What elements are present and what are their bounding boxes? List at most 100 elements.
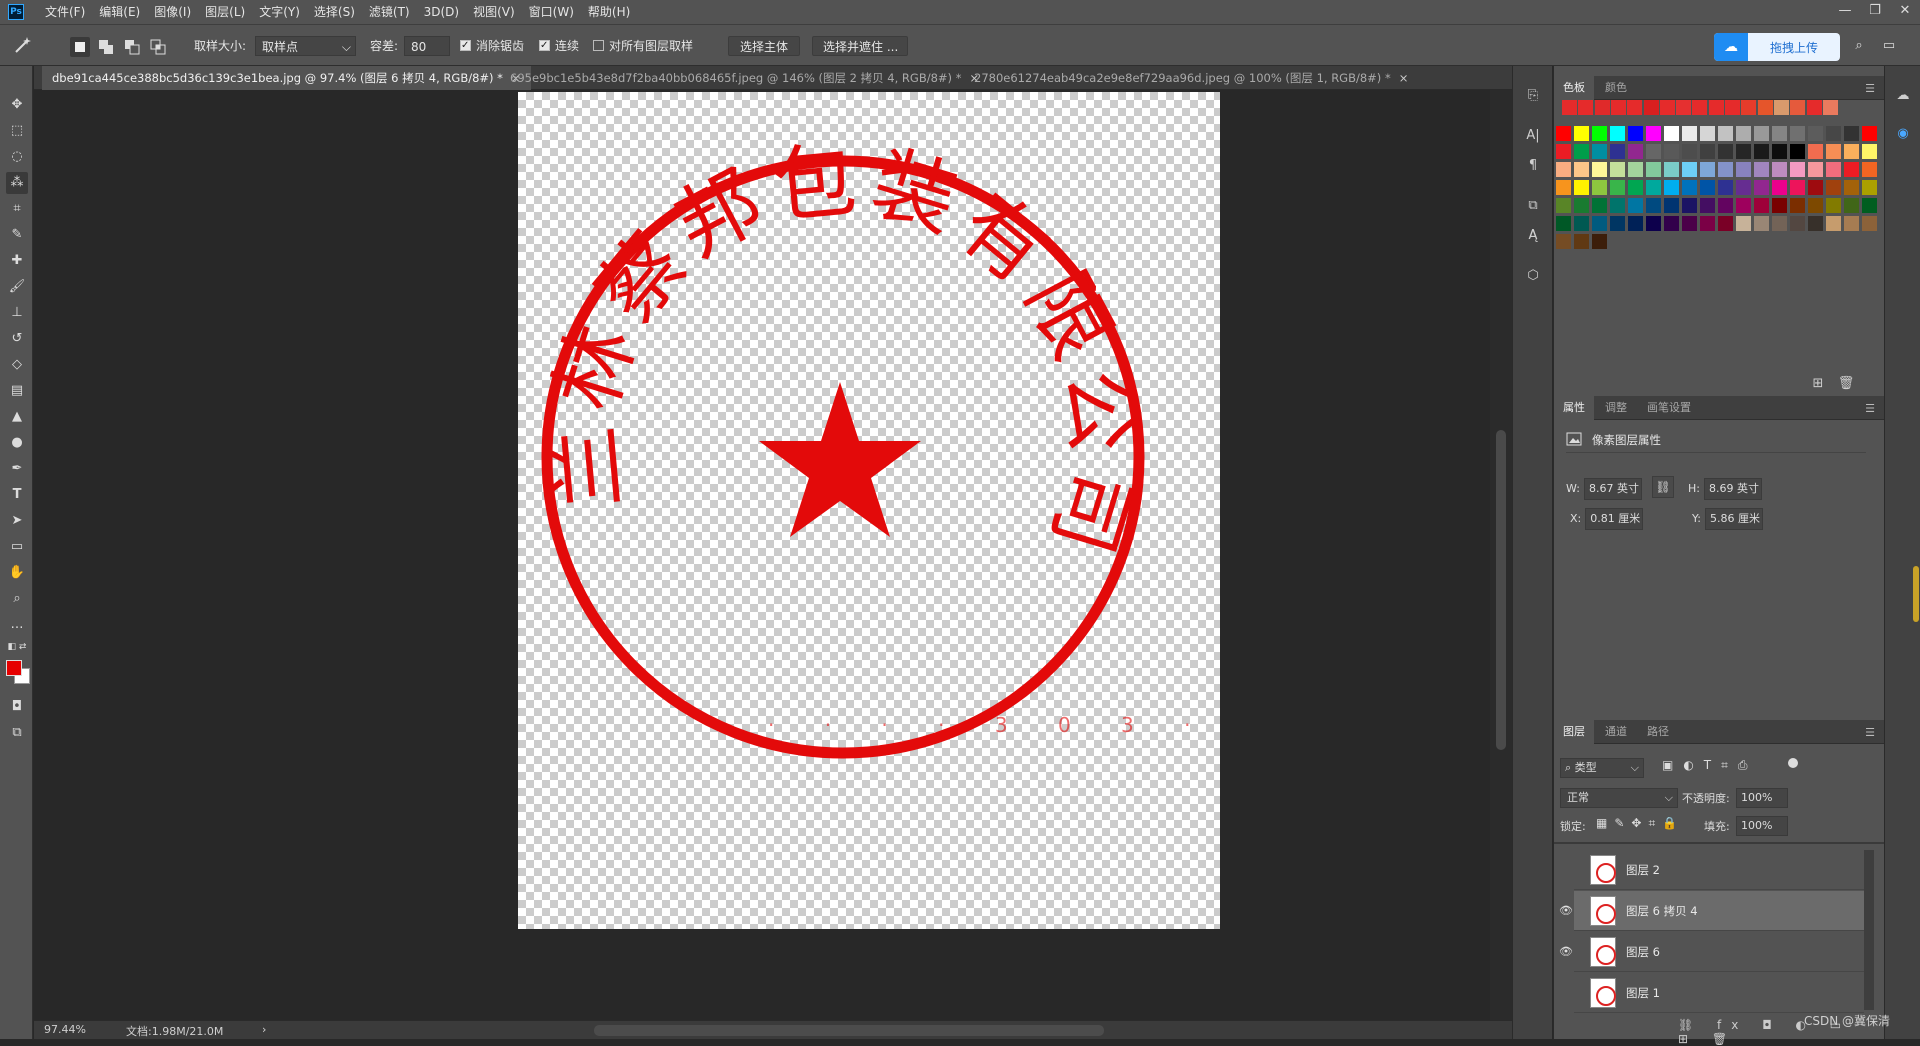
recent-swatch[interactable] (1610, 100, 1626, 115)
color-swatch[interactable] (1736, 126, 1751, 141)
tab-brush-settings[interactable]: 画笔设置 (1638, 396, 1700, 420)
color-swatch[interactable] (1700, 180, 1715, 195)
color-swatch[interactable] (1736, 180, 1751, 195)
trash-icon[interactable]: 🗑 (1836, 374, 1856, 394)
color-swatch[interactable] (1736, 198, 1751, 213)
share-upload-button[interactable]: ☁ 拖拽上传 (1714, 33, 1840, 61)
color-swatch[interactable] (1862, 216, 1877, 231)
color-swatch[interactable] (1574, 126, 1589, 141)
color-swatch[interactable] (1646, 162, 1661, 177)
y-field[interactable]: Y: 5.86 厘米 (1692, 508, 1763, 530)
recent-swatch[interactable] (1578, 100, 1594, 115)
color-swatch[interactable] (1790, 198, 1805, 213)
menu-3d[interactable]: 3D(D) (417, 0, 466, 24)
recent-swatch[interactable] (1659, 100, 1675, 115)
workspace-icon[interactable]: ▭ (1878, 35, 1900, 57)
search-icon[interactable]: ⌕ (1848, 35, 1870, 57)
color-swatch[interactable] (1646, 216, 1661, 231)
color-swatch[interactable] (1574, 198, 1589, 213)
menu-layer[interactable]: 图层(L) (198, 0, 252, 24)
contiguous-checkbox[interactable]: 连续 (539, 36, 579, 56)
type-tool-icon[interactable]: T (6, 484, 28, 506)
menu-select[interactable]: 选择(S) (307, 0, 362, 24)
color-swatch[interactable] (1754, 198, 1769, 213)
tab-document-3[interactable]: 2780e61274eab49ca2e9e8ef729aa96d.jpeg @ … (964, 66, 1418, 90)
blend-mode-select[interactable]: 正常 ⌵ (1560, 788, 1678, 808)
color-swatch[interactable] (1790, 144, 1805, 159)
color-swatch[interactable] (1790, 162, 1805, 177)
color-swatch[interactable] (1700, 126, 1715, 141)
color-swatch[interactable] (1826, 126, 1841, 141)
color-swatch[interactable] (1862, 198, 1877, 213)
color-swatch[interactable] (1682, 216, 1697, 231)
color-swatch[interactable] (1808, 126, 1823, 141)
menu-view[interactable]: 视图(V) (466, 0, 522, 24)
width-field[interactable]: W: 8.67 英寸 (1566, 478, 1642, 500)
color-swatch[interactable] (1664, 180, 1679, 195)
menu-edit[interactable]: 编辑(E) (92, 0, 147, 24)
color-swatch[interactable] (1844, 180, 1859, 195)
height-field[interactable]: H: 8.69 英寸 (1688, 478, 1762, 500)
color-swatch[interactable] (1628, 198, 1643, 213)
color-swatch[interactable] (1718, 216, 1733, 231)
scrollbar-thumb[interactable] (1496, 430, 1506, 750)
lock-icons[interactable]: ▦✎✥⌗🔒 (1596, 816, 1684, 831)
tab-document-1[interactable]: dbe91ca445ce388bc5d36c139c3e1bea.jpg @ 9… (42, 66, 531, 90)
menu-window[interactable]: 窗口(W) (522, 0, 581, 24)
layers-scrollbar[interactable] (1864, 850, 1874, 1010)
pen-tool-icon[interactable]: ✒ (6, 458, 28, 480)
color-swatch[interactable] (1808, 216, 1823, 231)
x-value[interactable]: 0.81 厘米 (1585, 508, 1644, 530)
panel-menu-icon[interactable]: ☰ (1865, 726, 1875, 739)
recent-swatch[interactable] (1822, 100, 1838, 115)
recent-swatch[interactable] (1594, 100, 1610, 115)
color-swatch[interactable] (1700, 198, 1715, 213)
color-swatch[interactable] (1664, 126, 1679, 141)
layer-filter-select[interactable]: ⌕ 类型 ⌵ (1560, 758, 1644, 778)
recent-swatch[interactable] (1692, 100, 1708, 115)
color-swatch[interactable] (1826, 180, 1841, 195)
recent-swatch[interactable] (1773, 100, 1789, 115)
crop-tool-icon[interactable]: ⌗ (6, 198, 28, 220)
side-tab[interactable] (1913, 566, 1919, 622)
opacity-input[interactable]: 100% (1736, 788, 1788, 808)
color-swatch[interactable] (1826, 216, 1841, 231)
color-swatch[interactable] (1556, 162, 1571, 177)
color-swatch[interactable] (1862, 144, 1877, 159)
tab-channels[interactable]: 通道 (1596, 720, 1636, 744)
hand-tool-icon[interactable]: ✋ (6, 562, 28, 584)
color-swatch[interactable] (1772, 144, 1787, 159)
color-swatch[interactable] (1754, 126, 1769, 141)
select-subject-button[interactable]: 选择主体 (728, 36, 800, 56)
recent-swatch[interactable] (1643, 100, 1659, 115)
layer-row[interactable]: 👁 图层 6 (1559, 932, 1864, 972)
clone-source-icon[interactable]: ⧉ (1523, 196, 1543, 216)
x-field[interactable]: X: 0.81 厘米 (1570, 508, 1644, 530)
color-swatch[interactable] (1646, 180, 1661, 195)
color-swatch[interactable] (1682, 126, 1697, 141)
color-swatch[interactable] (1862, 162, 1877, 177)
color-swatch[interactable] (1592, 144, 1607, 159)
canvas-area[interactable]: 兰林蔡邦包装有限公司 · · · · 3 0 3 · · (34, 90, 1490, 1020)
color-swatch[interactable] (1844, 162, 1859, 177)
color-swatch[interactable] (1610, 162, 1625, 177)
color-swatch[interactable] (1754, 144, 1769, 159)
color-swatch[interactable] (1646, 126, 1661, 141)
color-swatch[interactable] (1844, 216, 1859, 231)
color-swatch[interactable] (1646, 198, 1661, 213)
color-swatch[interactable] (1844, 126, 1859, 141)
magic-wand-preset-icon[interactable] (12, 35, 34, 57)
sample-all-layers-checkbox[interactable]: 对所有图层取样 (593, 36, 693, 56)
gradient-tool-icon[interactable]: ▤ (6, 380, 28, 402)
color-swatch[interactable] (1682, 198, 1697, 213)
recent-swatch[interactable] (1806, 100, 1822, 115)
clone-stamp-tool-icon[interactable]: ⊥ (6, 302, 28, 324)
dodge-tool-icon[interactable]: ● (6, 432, 28, 454)
y-value[interactable]: 5.86 厘米 (1704, 508, 1763, 530)
color-swatch[interactable] (1592, 162, 1607, 177)
color-swatch[interactable] (1682, 180, 1697, 195)
color-swatch[interactable] (1808, 180, 1823, 195)
vertical-scrollbar[interactable] (1490, 90, 1512, 1020)
eye-icon[interactable]: 👁 (1559, 945, 1573, 958)
new-swatch-icon[interactable]: ⊞ (1808, 374, 1828, 394)
